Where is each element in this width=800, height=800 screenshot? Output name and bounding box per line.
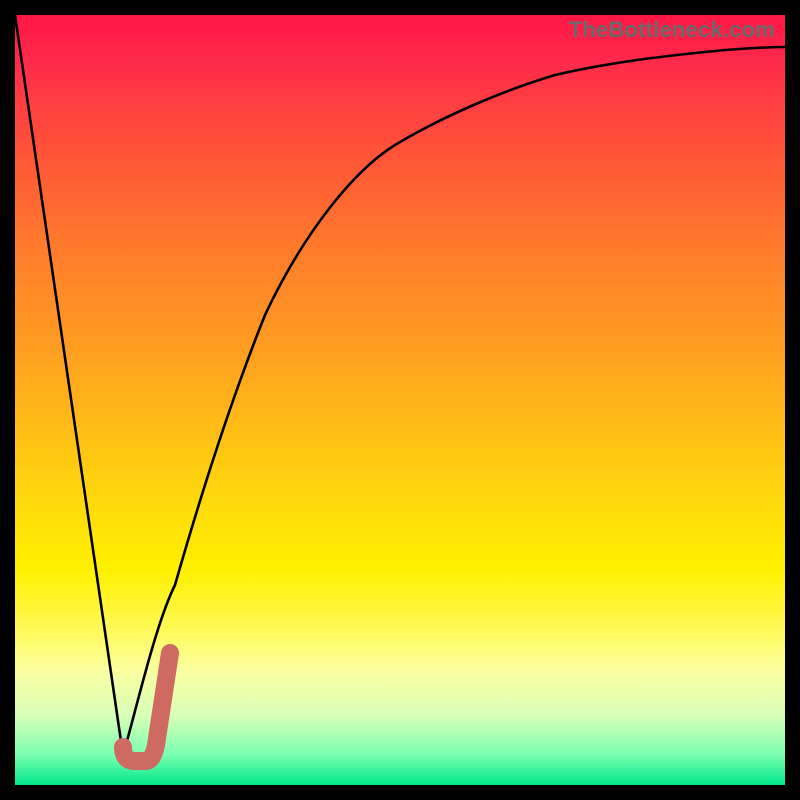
plot-area: TheBottleneck.com — [15, 15, 785, 785]
curves-svg — [15, 15, 785, 785]
rise-curve — [123, 47, 785, 755]
left-descent-line — [15, 15, 123, 755]
chart-frame: TheBottleneck.com — [0, 0, 800, 800]
